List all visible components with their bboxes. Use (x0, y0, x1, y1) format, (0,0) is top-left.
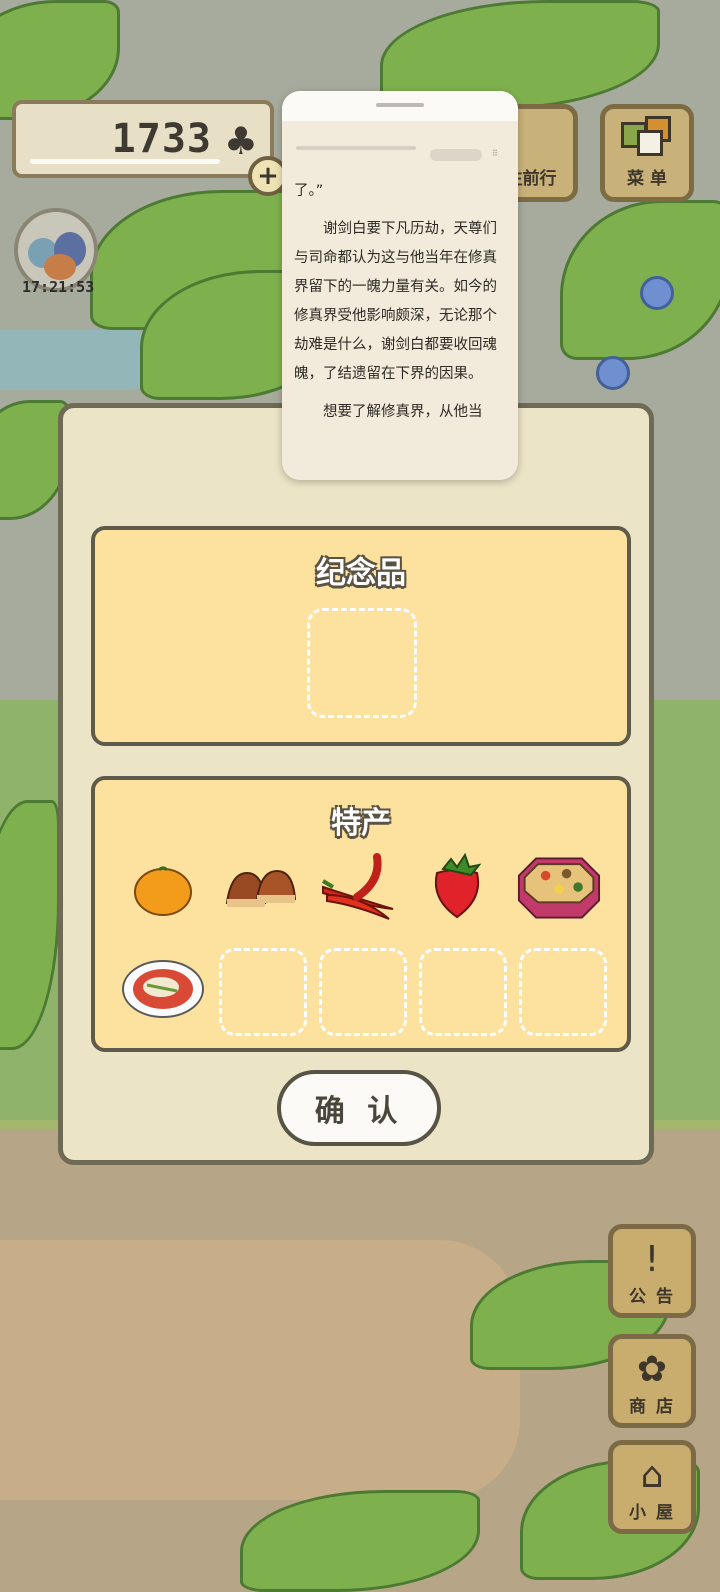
specialty-section: 特产 (91, 776, 631, 1052)
announcement-label: 公 告 (629, 1287, 675, 1307)
morning-glory (640, 276, 674, 310)
souvenir-slot[interactable] (307, 608, 417, 718)
plate-dish-item[interactable] (121, 950, 205, 1026)
game-clock: 17:21:53 (22, 278, 95, 296)
reader-paragraph: 想要了解修真界，从他当 (323, 404, 483, 420)
reader-text: 了。” 谢剑白要下凡历劫，天尊们与司命都认为这与他当年在修真界留下的一魄力量有关… (294, 177, 508, 436)
reader-paragraph: 了。” (294, 183, 324, 199)
menu-label: 菜 单 (627, 169, 667, 189)
clover-count: 1733 (111, 116, 212, 162)
menu-button[interactable]: 菜 单 (600, 104, 694, 202)
clover-counter: 1733 ♣ (12, 100, 274, 178)
chestnuts-item[interactable] (219, 852, 303, 928)
travel-gift-dialog: 纪念品 特产 确 认 (58, 403, 654, 1165)
confirm-button[interactable]: 确 认 (277, 1070, 441, 1146)
morning-glory (596, 356, 630, 390)
reader-floating-window[interactable]: ⠿ 了。” 谢剑白要下凡历劫，天尊们与司命都认为这与他当年在修真界留下的一魄力量… (282, 91, 518, 480)
house-icon: ⌂ (640, 1455, 664, 1496)
pond (0, 330, 160, 390)
souvenir-title: 纪念品 (316, 556, 406, 591)
specialty-slot[interactable] (419, 948, 507, 1036)
house-button[interactable]: ⌂ 小 屋 (608, 1440, 696, 1534)
specialty-slot[interactable] (219, 948, 307, 1036)
orange-item[interactable] (121, 852, 205, 928)
url-placeholder (296, 146, 416, 150)
bird-icon (44, 254, 76, 280)
bag-icon: ✿ (636, 1349, 668, 1390)
chili-peppers-item[interactable] (317, 850, 401, 926)
toggle-icon[interactable] (430, 149, 482, 161)
popup-drag-area[interactable] (282, 91, 518, 121)
osechi-box-item[interactable] (517, 850, 601, 926)
counter-underline (30, 159, 220, 164)
announcement-button[interactable]: ! 公 告 (608, 1224, 696, 1318)
specialty-slot[interactable] (319, 948, 407, 1036)
strawberry-item[interactable] (415, 848, 499, 924)
reader-paragraph: 谢剑白要下凡历劫，天尊们与司命都认为这与他当年在修真界留下的一魄力量有关。如今的… (294, 221, 497, 382)
house-label: 小 屋 (629, 1503, 675, 1523)
shop-button[interactable]: ✿ 商 店 (608, 1334, 696, 1428)
leaf-decoration (0, 800, 60, 1050)
clover-icon: ♣ (223, 119, 258, 163)
specialty-title: 特产 (331, 806, 391, 841)
dirt-path (0, 1240, 520, 1500)
exclamation-icon: ! (644, 1239, 660, 1280)
drag-handle[interactable] (376, 103, 424, 107)
reader-toolbar: ⠿ (296, 143, 506, 165)
specialty-slot[interactable] (519, 948, 607, 1036)
souvenir-section: 纪念品 (91, 526, 631, 746)
menu-icon (621, 116, 673, 156)
shop-label: 商 店 (629, 1397, 675, 1417)
grid-icon[interactable]: ⠿ (492, 149, 502, 159)
